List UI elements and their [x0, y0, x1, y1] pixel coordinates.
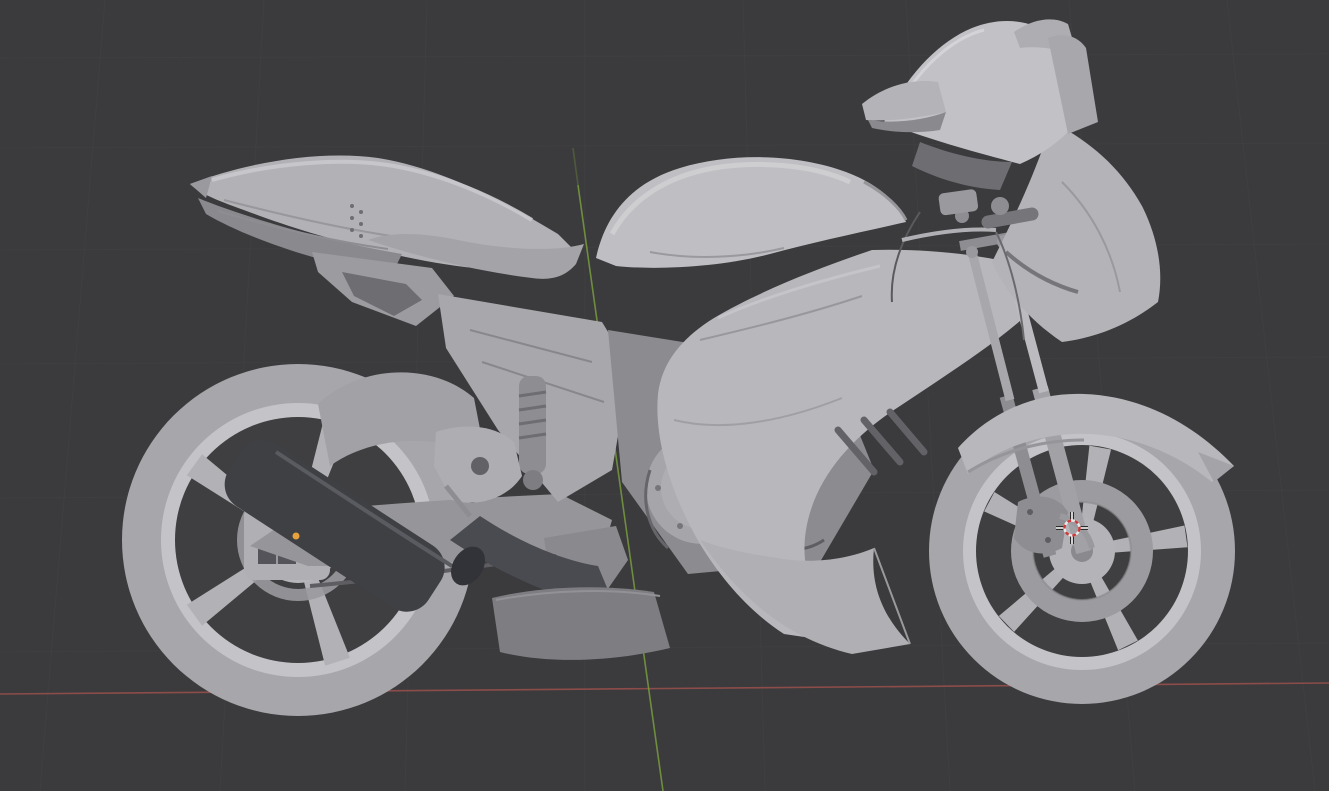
object-origin-dot	[293, 533, 300, 540]
3d-viewport[interactable]	[0, 0, 1329, 791]
